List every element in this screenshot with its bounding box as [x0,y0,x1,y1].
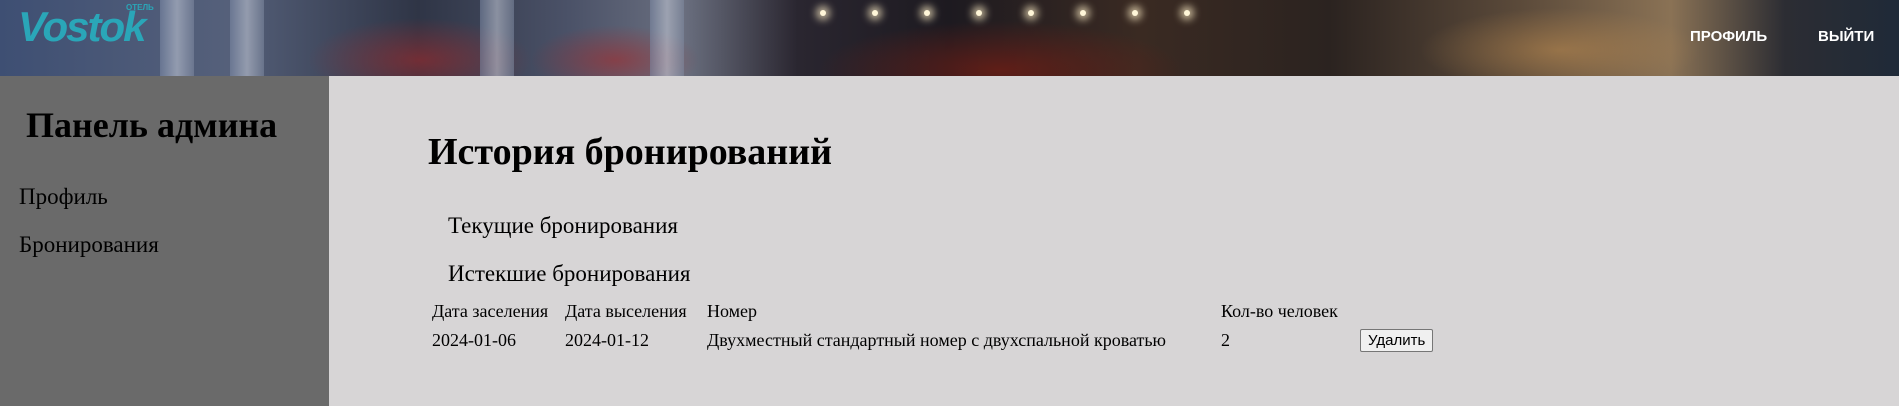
cell-check-in: 2024-01-06 [432,330,516,350]
delete-booking-button[interactable]: Удалить [1360,329,1434,352]
cell-actions: Удалить [1358,323,1435,353]
header-check-in: Дата заселения [432,301,549,321]
decor-column [160,0,194,76]
decor-column [650,0,684,76]
ceiling-light [924,10,930,16]
cell-guests: 2 [1221,330,1230,350]
header-room: Номер [707,301,758,321]
sidebar-item-profile[interactable]: Профиль [19,184,108,210]
decor-column [480,0,514,76]
nav-logout-link[interactable]: ВЫЙТИ [1818,28,1874,45]
table-row: 2024-01-06 2024-01-12 Двухместный станда… [430,323,1435,353]
header-guests: Кол-во человек [1221,301,1338,321]
header-actions [1358,300,1435,323]
ceiling-light [820,10,826,16]
tab-expired-bookings[interactable]: Истекшие бронирования [448,261,691,287]
ceiling-light [1184,10,1190,16]
admin-sidebar: Панель админа Профиль Бронирования [0,76,329,406]
header-check-out: Дата выселения [565,301,687,321]
sidebar-title: Панель админа [26,105,278,145]
tab-current-bookings[interactable]: Текущие бронирования [448,213,678,239]
cell-room: Двухместный стандартный номер с двухспал… [707,330,1166,350]
ceiling-light [1028,10,1034,16]
hotel-logo[interactable]: Vostok [18,6,146,48]
nav-profile-link[interactable]: ПРОФИЛЬ [1690,28,1767,45]
bookings-table: Дата заселения Дата выселения Номер Кол-… [430,300,1435,353]
table-header-row: Дата заселения Дата выселения Номер Кол-… [430,300,1435,323]
page-title: История бронирований [428,131,832,173]
header-banner: Vostok ОТЕЛЬ ПРОФИЛЬ ВЫЙТИ [0,0,1899,76]
cell-check-out: 2024-01-12 [565,330,649,350]
sidebar-item-bookings[interactable]: Бронирования [19,232,159,258]
ceiling-light [976,10,982,16]
ceiling-light [872,10,878,16]
decor-column [230,0,264,76]
logo-subtitle: ОТЕЛЬ [126,3,154,12]
ceiling-light [1132,10,1138,16]
ceiling-light [1080,10,1086,16]
